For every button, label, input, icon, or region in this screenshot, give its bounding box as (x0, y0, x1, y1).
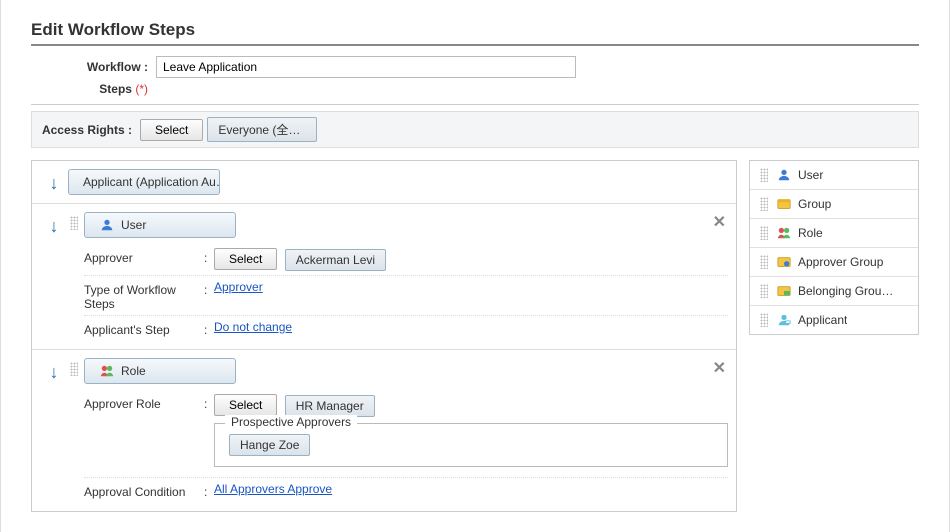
step-user: ↓ ✕ User Approver : (32, 204, 736, 350)
drag-grip[interactable] (760, 255, 768, 269)
reorder-arrow-icon[interactable]: ↓ (50, 216, 59, 236)
prospective-chip[interactable]: Hange Zoe (229, 434, 310, 456)
drag-grip[interactable] (760, 197, 768, 211)
belonging-group-icon (776, 284, 792, 298)
step-applicant: ↓ Applicant (Application Au… (32, 161, 736, 204)
role-cond-row: Approval Condition : All Approvers Appro… (84, 478, 728, 503)
access-label: Access Rights : (40, 123, 140, 137)
role-approver-chip[interactable]: HR Manager (285, 395, 375, 417)
user-approver-row: Approver : Select Ackerman Levi (84, 244, 728, 276)
workflow-label: Workflow : (31, 60, 156, 74)
role-icon (776, 226, 792, 240)
drag-grip[interactable] (760, 168, 768, 182)
approver-group-icon (776, 255, 792, 269)
remove-step-button[interactable]: ✕ (713, 212, 726, 232)
colon: : (204, 248, 214, 265)
palette-label: Applicant (798, 313, 847, 327)
prospective-approvers-fieldset: Prospective Approvers Hange Zoe (214, 423, 728, 467)
applicant-icon (776, 313, 792, 327)
step-role-header[interactable]: Role (84, 358, 236, 384)
reorder-arrow-icon[interactable]: ↓ (50, 173, 59, 193)
palette-item-belonging-group[interactable]: Belonging Grou… (750, 277, 918, 306)
remove-step-button[interactable]: ✕ (713, 358, 726, 378)
workflow-input[interactable] (156, 56, 576, 78)
colon: : (204, 394, 214, 411)
drag-grip[interactable] (70, 216, 78, 230)
user-icon (776, 168, 792, 182)
role-cond-link[interactable]: All Approvers Approve (214, 482, 332, 496)
role-approver-select-button[interactable]: Select (214, 394, 277, 416)
access-rights-row: Access Rights : Select Everyone (全ユー… (31, 111, 919, 148)
palette-item-role[interactable]: Role (750, 219, 918, 248)
step-role-label: Role (121, 364, 146, 378)
colon: : (204, 482, 214, 499)
user-appstep-label: Applicant's Step (84, 320, 204, 337)
user-icon (99, 218, 115, 232)
title-divider (31, 44, 919, 46)
user-type-link[interactable]: Approver (214, 280, 263, 294)
steps-required: (*) (135, 82, 148, 96)
step-role: ↓ ✕ Role Approver Role : (32, 350, 736, 511)
workflow-row: Workflow : (31, 54, 919, 80)
user-approver-chip[interactable]: Ackerman Levi (285, 249, 386, 271)
palette-item-group[interactable]: Group (750, 190, 918, 219)
user-appstep-row: Applicant's Step : Do not change (84, 316, 728, 341)
page-title: Edit Workflow Steps (31, 20, 919, 40)
step-applicant-label: Applicant (Application Au… (83, 175, 220, 189)
group-icon (776, 197, 792, 211)
access-chip-everyone[interactable]: Everyone (全ユー… (207, 117, 317, 142)
drag-grip[interactable] (760, 226, 768, 240)
access-select-button[interactable]: Select (140, 119, 203, 141)
colon: : (204, 320, 214, 337)
palette-label: Role (798, 226, 823, 240)
steps-label: Steps (*) (31, 82, 156, 96)
steps-panel: ↓ Applicant (Application Au… ↓ (31, 160, 737, 512)
user-approver-label: Approver (84, 248, 204, 265)
user-approver-select-button[interactable]: Select (214, 248, 277, 270)
drag-grip[interactable] (760, 284, 768, 298)
drag-grip[interactable] (760, 313, 768, 327)
palette-item-user[interactable]: User (750, 161, 918, 190)
palette-label: User (798, 168, 823, 182)
role-approver-label: Approver Role (84, 394, 204, 411)
palette-label: Approver Group (798, 255, 883, 269)
user-type-row: Type of Workflow Steps : Approver (84, 276, 728, 316)
palette-item-applicant[interactable]: Applicant (750, 306, 918, 334)
step-user-label: User (121, 218, 146, 232)
role-cond-label: Approval Condition (84, 482, 204, 499)
drag-grip[interactable] (70, 362, 78, 376)
prospective-legend: Prospective Approvers (225, 415, 357, 429)
user-appstep-link[interactable]: Do not change (214, 320, 292, 334)
role-icon (99, 364, 115, 378)
colon: : (204, 280, 214, 297)
palette-item-approver-group[interactable]: Approver Group (750, 248, 918, 277)
role-approver-row: Approver Role : Select HR Manager Prospe… (84, 390, 728, 478)
palette-label: Belonging Grou… (798, 284, 893, 298)
step-applicant-header[interactable]: Applicant (Application Au… (68, 169, 220, 195)
steps-label-text: Steps (99, 82, 132, 96)
step-type-palette: User Group Role Approver Group (749, 160, 919, 335)
palette-label: Group (798, 197, 831, 211)
reorder-arrow-icon[interactable]: ↓ (50, 362, 59, 382)
step-user-header[interactable]: User (84, 212, 236, 238)
form-divider (31, 104, 919, 105)
user-type-label: Type of Workflow Steps (84, 280, 204, 311)
steps-row: Steps (*) (31, 80, 919, 98)
